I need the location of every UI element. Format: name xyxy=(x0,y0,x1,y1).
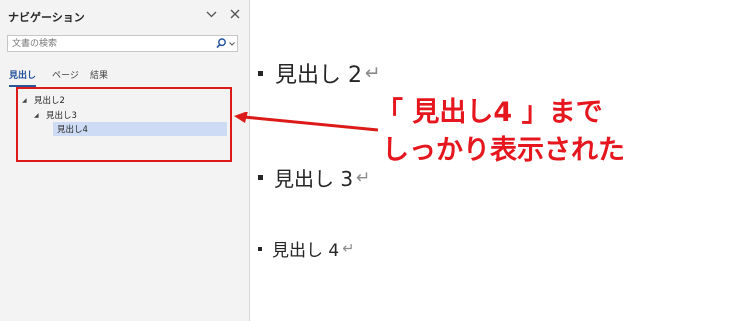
arrow-icon xyxy=(234,112,379,132)
search-icon xyxy=(216,38,226,49)
annotation-line-1: 「 見出し4 」まで xyxy=(376,97,603,128)
heading-text: 見出し 3 xyxy=(274,167,354,191)
paragraph-mark-icon: ↵ xyxy=(356,167,371,188)
heading-text: 見出し 2 xyxy=(275,63,362,88)
navigation-pane-title: ナビゲーション xyxy=(8,11,85,24)
document-heading-2[interactable]: 見出し 2 ↵ xyxy=(258,57,381,89)
close-icon xyxy=(230,9,240,19)
paragraph-mark-icon: ↵ xyxy=(342,240,355,257)
navigation-tabs: 見出し ページ 結果 xyxy=(0,68,250,88)
heading-bullet-icon xyxy=(258,175,263,180)
pane-options-button[interactable] xyxy=(202,5,220,23)
document-heading-3[interactable]: 見出し 3 ↵ xyxy=(258,163,370,192)
tab-pages[interactable]: ページ xyxy=(52,68,79,85)
heading-bullet-icon xyxy=(258,246,262,251)
chevron-down-icon xyxy=(229,41,235,46)
annotation-line-2: しっかり表示された xyxy=(382,135,625,166)
paragraph-mark-icon: ↵ xyxy=(365,62,381,84)
heading-bullet-icon xyxy=(258,70,263,76)
chevron-down-icon xyxy=(206,11,216,17)
heading-text: 見出し 4 xyxy=(272,241,340,261)
search-box xyxy=(7,35,238,52)
highlight-frame xyxy=(16,87,232,162)
annotation-callout: 「 見出し4 」まで しっかり表示された xyxy=(376,94,676,170)
tab-headings[interactable]: 見出し xyxy=(9,68,37,87)
close-pane-button[interactable] xyxy=(226,5,244,23)
tab-results[interactable]: 結果 xyxy=(90,68,108,85)
document-heading-4[interactable]: 見出し 4 ↵ xyxy=(258,236,354,261)
search-button[interactable] xyxy=(215,37,235,50)
search-input[interactable] xyxy=(8,36,208,51)
